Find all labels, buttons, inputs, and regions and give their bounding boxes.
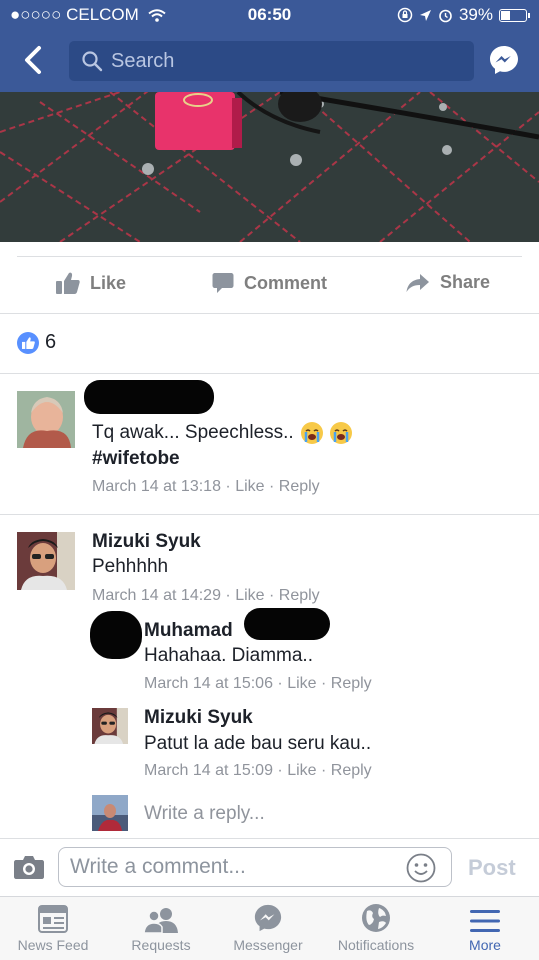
tab-notifications[interactable]: Notifications [326,897,426,960]
friend-requests-icon [144,908,178,933]
thumbs-up-icon [56,272,80,294]
alarm-icon [439,9,452,22]
divider [17,256,522,257]
redacted-name [244,608,330,640]
post-photo[interactable] [0,92,539,242]
share-button[interactable]: Share [406,272,490,293]
reply-like-link[interactable]: Like [287,762,316,779]
divider [0,373,539,374]
reply-input[interactable]: Write a reply... [144,803,265,825]
timestamp: March 14 at 15:09 [144,762,273,779]
timestamp: March 14 at 13:18 [92,478,221,495]
crying-face-icon [330,422,353,444]
comment-body: Pehhhhh [92,556,169,577]
comment-reply-link[interactable]: Reply [279,587,320,604]
comment-label: Comment [244,272,328,293]
messenger-icon [254,904,282,932]
avatar[interactable] [92,708,128,744]
comment-placeholder: Write a comment... [70,855,246,878]
messenger-icon [490,46,518,74]
comment-like-link[interactable]: Like [235,587,264,604]
camera-icon [14,856,44,879]
avatar-image [92,708,128,744]
like-button[interactable]: Like [56,272,126,294]
comment-icon [212,273,234,293]
camera-button[interactable] [14,855,44,884]
reply-body: Patut la ade bau seru kau.. [144,733,372,754]
tab-more[interactable]: More [440,897,530,960]
battery-percent: 39% [458,5,493,24]
comment-text: Tq awak... Speechless.. [92,422,353,444]
status-right: 39% [397,5,530,25]
tab-requests[interactable]: Requests [116,897,206,960]
reaction-count: 6 [45,331,57,353]
timestamp: March 14 at 14:29 [92,587,221,604]
reply-meta: March 14 at 15:09 · Like · Reply [144,762,372,779]
sticker-button[interactable] [406,853,436,888]
messenger-button[interactable] [488,44,520,76]
comment-composer: Write a comment... Post [0,838,539,896]
news-feed-icon [38,905,68,933]
location-icon [419,9,431,21]
comment-like-link[interactable]: Like [235,478,264,495]
reply-like-link[interactable]: Like [287,675,316,692]
reply-reply-link[interactable]: Reply [331,762,372,779]
avatar-image [17,391,75,448]
comment-author[interactable]: Mizuki Syuk [92,531,201,553]
tab-news-feed[interactable]: News Feed [8,897,98,960]
tab-label: Messenger [233,937,303,953]
battery-fill [501,10,510,20]
app-header: ●○○○○ CELCOM 06:50 39% Search [0,0,539,92]
reply-author[interactable]: Mizuki Syuk [144,707,253,729]
smiley-icon [406,853,436,883]
tab-messenger[interactable]: Messenger [223,897,313,960]
share-label: Share [440,272,491,292]
comment-meta: March 14 at 14:29 · Like · Reply [92,587,320,604]
divider [0,313,539,314]
hashtag-link[interactable]: #wifetobe [92,448,180,470]
reply-meta: March 14 at 15:06 · Like · Reply [144,675,372,692]
avatar-image [92,795,128,831]
reaction-summary[interactable]: 6 [17,331,56,354]
redacted-avatar [90,611,142,659]
reply-author[interactable]: Muhamad [144,620,233,642]
divider [0,514,539,515]
post-button[interactable]: Post [468,855,516,881]
comment-button[interactable]: Comment [212,272,327,294]
rotation-lock-icon [397,7,413,23]
menu-icon [470,910,500,932]
tab-label: More [469,937,501,953]
my-avatar [92,795,128,831]
avatar-image [17,532,75,590]
back-button[interactable] [18,42,48,78]
chevron-left-icon [25,46,41,74]
share-arrow-icon [406,273,429,292]
reply-body: Hahahaa. Diamma.. [144,645,313,666]
search-placeholder: Search [111,49,175,72]
search-input[interactable]: Search [69,41,474,81]
avatar[interactable] [17,532,75,590]
timestamp: March 14 at 15:06 [144,675,273,692]
tab-label: Notifications [337,937,415,953]
search-icon [82,51,103,72]
comment-input[interactable]: Write a comment... [58,847,452,887]
photo-image [0,92,539,242]
comment-meta: March 14 at 13:18 · Like · Reply [92,478,320,495]
tab-label: News Feed [17,937,89,953]
crying-face-icon [301,422,323,444]
battery-icon [499,8,530,22]
comment-body: Tq awak... Speechless.. [92,422,294,444]
like-label: Like [90,272,127,293]
tab-bar: News Feed Requests Messenger Notificatio… [0,896,539,960]
tab-label: Requests [131,937,191,953]
avatar[interactable] [17,391,75,448]
status-bar: ●○○○○ CELCOM 06:50 39% [0,0,539,30]
globe-icon [362,904,390,932]
comment-reply-link[interactable]: Reply [279,478,320,495]
like-reaction-icon [17,331,39,354]
redacted-name [84,380,214,414]
reply-reply-link[interactable]: Reply [331,675,372,692]
